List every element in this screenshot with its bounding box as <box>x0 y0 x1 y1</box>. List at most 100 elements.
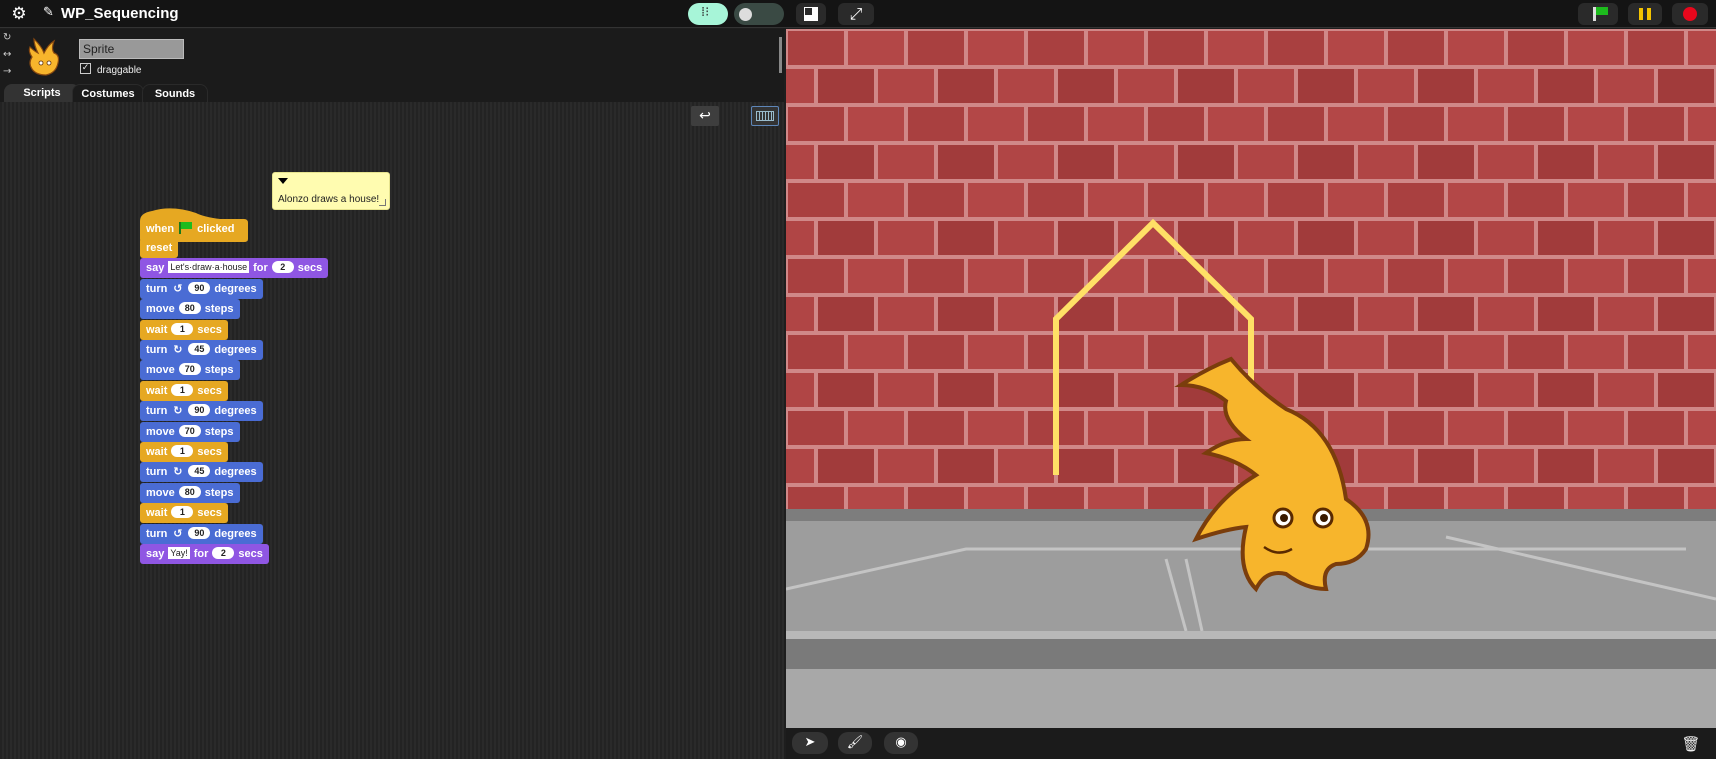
block-label: steps <box>204 303 234 315</box>
block-label: secs <box>238 548 263 560</box>
rotate-left-right-icon[interactable]: ↔ <box>3 49 15 61</box>
move-steps-block[interactable]: move 70 steps <box>140 360 240 380</box>
move-steps-block[interactable]: move 80 steps <box>140 299 240 319</box>
draggable-label: draggable <box>97 65 142 76</box>
undo-button[interactable]: ↩ <box>691 106 719 126</box>
comment-text[interactable]: Alonzo draws a house! <box>278 194 379 205</box>
secs-input[interactable]: 1 <box>171 445 194 458</box>
single-stepping-button[interactable]: ⁞⁝ <box>688 3 728 25</box>
degrees-input[interactable]: 90 <box>188 404 211 417</box>
turn-ccw-block[interactable]: turn ↺ 90 degrees <box>140 279 263 299</box>
reset-block[interactable]: reset <box>140 238 179 258</box>
stop-button[interactable] <box>1672 3 1708 25</box>
secs-input[interactable]: 2 <box>271 261 294 274</box>
turn-ccw-block[interactable]: turn ↺ 90 degrees <box>140 524 263 544</box>
scripts-area[interactable]: ↩ Alonzo draws a house! when clicked rese… <box>0 102 784 759</box>
sprite-thumbnail[interactable] <box>24 33 64 77</box>
block-label: turn <box>146 283 168 295</box>
secs-input[interactable]: 2 <box>212 547 235 560</box>
degrees-input[interactable]: 45 <box>188 343 211 356</box>
camera-icon: ◉ <box>895 735 907 750</box>
tab-scripts[interactable]: Scripts <box>4 84 80 102</box>
block-label: say <box>146 262 165 274</box>
block-label: move <box>146 487 175 499</box>
steps-input[interactable]: 80 <box>178 302 201 315</box>
fullscreen-button[interactable]: ⤢ <box>838 3 874 25</box>
add-turtle-button[interactable]: ➤ <box>792 732 828 754</box>
clockwise-icon: ↻ <box>173 404 183 417</box>
stepping-speed-toggle[interactable] <box>734 3 784 25</box>
block-label: for <box>193 548 209 560</box>
pause-button[interactable] <box>1628 3 1662 25</box>
secs-input[interactable]: 1 <box>171 323 194 336</box>
message-input[interactable]: Let's·draw·a·house <box>168 261 250 274</box>
sprite-corral-bar: ➤ 🖌 ◉ 🗑 <box>786 728 1716 759</box>
undo-icon: ↩ <box>699 108 711 124</box>
block-label: say <box>146 548 165 560</box>
counterclockwise-icon: ↺ <box>173 527 183 540</box>
steps-input[interactable]: 70 <box>178 425 201 438</box>
block-label: steps <box>204 426 234 438</box>
wait-secs-block[interactable]: wait 1 secs <box>140 503 228 523</box>
rotate-any-icon[interactable]: ↻ <box>3 32 15 44</box>
wait-secs-block[interactable]: wait 1 secs <box>140 320 228 340</box>
degrees-input[interactable]: 90 <box>188 527 211 540</box>
tab-costumes[interactable]: Costumes <box>72 84 144 102</box>
stage-size-button[interactable] <box>796 3 826 25</box>
move-steps-block[interactable]: move 70 steps <box>140 422 240 442</box>
green-flag-button[interactable] <box>1578 3 1618 25</box>
block-label: secs <box>297 262 323 274</box>
block-label: secs <box>197 324 222 336</box>
steps-input[interactable]: 70 <box>178 363 201 376</box>
move-steps-block[interactable]: move 80 steps <box>140 483 240 503</box>
degrees-input[interactable]: 45 <box>188 465 211 478</box>
secs-input[interactable]: 1 <box>171 506 194 519</box>
message-input[interactable]: Yay! <box>168 547 190 560</box>
green-flag-icon <box>1593 7 1608 21</box>
resize-grip-icon[interactable] <box>379 199 386 206</box>
trash-icon[interactable]: 🗑 <box>1674 733 1708 755</box>
block-label: turn <box>146 344 168 356</box>
paint-new-sprite-button[interactable]: 🖌 <box>838 732 872 754</box>
collapse-triangle-icon[interactable] <box>278 178 288 184</box>
secs-input[interactable]: 1 <box>171 384 194 397</box>
sprite-name-input[interactable]: Sprite <box>79 39 184 59</box>
stage[interactable] <box>786 29 1716 728</box>
tab-sounds[interactable]: Sounds <box>142 84 208 102</box>
block-label: for <box>253 262 268 274</box>
wait-secs-block[interactable]: wait 1 secs <box>140 381 228 401</box>
block-label: reset <box>146 242 173 254</box>
gear-icon[interactable]: ⚙ <box>8 4 30 24</box>
turn-cw-block[interactable]: turn ↻ 90 degrees <box>140 401 263 421</box>
say-for-secs-block[interactable]: say Yay! for 2 secs <box>140 544 269 564</box>
hat-when-label: when <box>146 223 175 235</box>
turn-cw-block[interactable]: turn ↻ 45 degrees <box>140 340 263 360</box>
block-label: secs <box>197 385 222 397</box>
steps-input[interactable]: 80 <box>178 486 201 499</box>
block-label: move <box>146 426 175 438</box>
block-label: wait <box>146 507 168 519</box>
keyboard-entry-button[interactable] <box>751 106 779 126</box>
script-comment[interactable]: Alonzo draws a house! <box>272 172 390 210</box>
toggle-knob <box>739 8 752 21</box>
pane-resize-handle[interactable] <box>779 37 782 73</box>
wait-secs-block[interactable]: wait 1 secs <box>140 442 228 462</box>
draggable-checkbox[interactable]: ✓ <box>80 63 91 74</box>
keyboard-icon <box>756 111 774 121</box>
normal-stage-icon <box>804 7 818 21</box>
block-label: move <box>146 364 175 376</box>
degrees-input[interactable]: 90 <box>188 282 211 295</box>
camera-sprite-button[interactable]: ◉ <box>884 732 918 754</box>
brush-icon: 🖌 <box>846 735 864 750</box>
block-label: move <box>146 303 175 315</box>
block-label: degrees <box>214 528 257 540</box>
say-for-secs-block[interactable]: say Let's·draw·a·house for 2 secs <box>140 258 329 278</box>
block-label: wait <box>146 446 168 458</box>
hat-clicked-label: clicked <box>197 223 235 235</box>
turn-cw-block[interactable]: turn ↻ 45 degrees <box>140 462 263 482</box>
block-label: turn <box>146 466 168 478</box>
block-label: degrees <box>214 283 257 295</box>
clockwise-icon: ↻ <box>173 465 183 478</box>
rotate-none-icon[interactable]: → <box>3 66 15 78</box>
project-title[interactable]: WP_Sequencing <box>61 5 179 22</box>
